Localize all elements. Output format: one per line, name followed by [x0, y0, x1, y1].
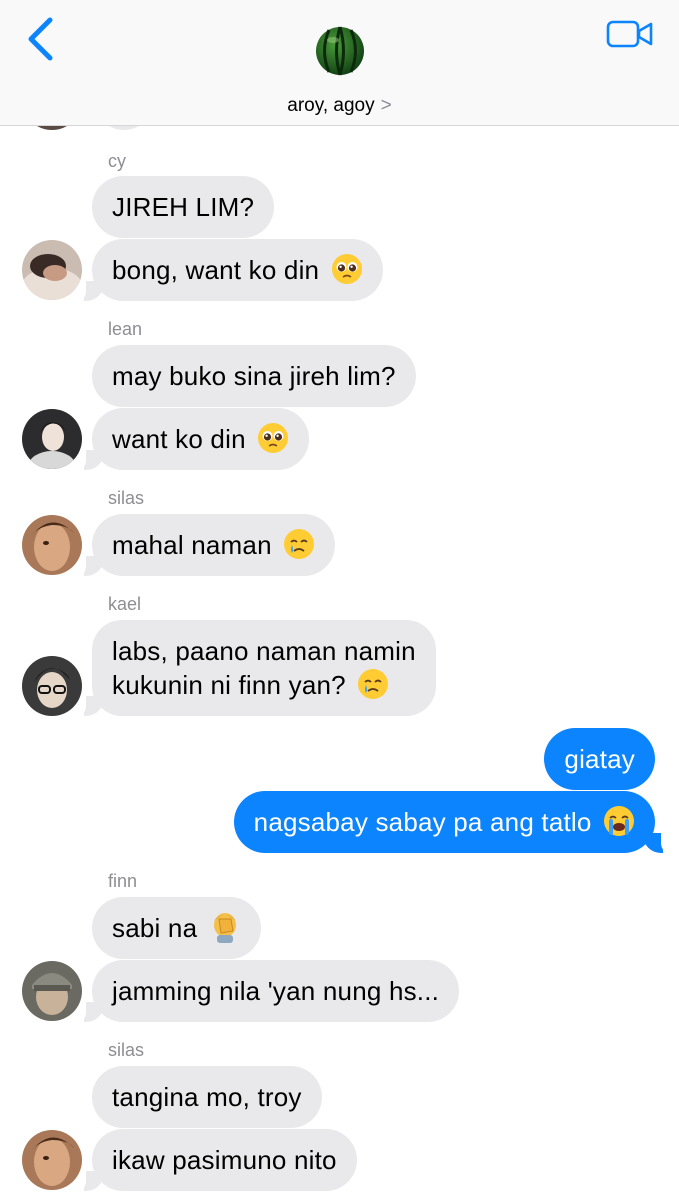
message-text-line: labs, paano naman namin [112, 636, 416, 666]
bubble-tail [74, 694, 104, 718]
sender-name: silas [108, 1040, 145, 1060]
pleading-face-icon [258, 423, 289, 454]
message-thread[interactable]: cy JIREH LIM? bong, want ko din lean may… [0, 126, 679, 1200]
message-text: may buko sina jireh lim? [112, 361, 396, 391]
message-bubble-outgoing[interactable]: giatay [544, 728, 655, 790]
message-text: giatay [564, 744, 635, 774]
message-bubble[interactable]: may buko sina jireh lim? [92, 345, 416, 407]
message-text: nagsabay sabay pa ang tatlo [253, 807, 592, 837]
bubble-tail [74, 1169, 104, 1193]
sender-name: silas [108, 488, 145, 508]
bubble-tail [74, 1000, 104, 1024]
message-text: want ko din [112, 424, 246, 454]
avatar[interactable] [22, 515, 82, 575]
group-name-button[interactable]: aroy, agoy > [0, 95, 679, 117]
message-bubble[interactable]: jamming nila 'yan nung hs... [92, 960, 460, 1022]
sender-name: kael [108, 594, 142, 614]
message-bubble[interactable]: ikaw pasimuno nito [92, 1129, 357, 1191]
message-text: jamming nila 'yan nung hs... [112, 976, 440, 1006]
crying-face-icon [358, 669, 389, 700]
message-bubble[interactable]: mahal naman [92, 514, 336, 576]
face-palm-icon [213, 913, 236, 944]
avatar [22, 126, 82, 130]
chevron-right-icon: > [380, 95, 392, 116]
message-text: mahal naman [112, 530, 272, 560]
message-text: ikaw pasimuno nito [112, 1145, 337, 1175]
watermelon-icon[interactable] [315, 26, 365, 76]
message-bubble[interactable]: bong, want ko din [92, 239, 383, 301]
message-bubble[interactable]: labs, paano naman namin kukunin ni finn … [92, 620, 436, 716]
message-bubble-outgoing[interactable]: nagsabay sabay pa ang tatlo [233, 791, 655, 853]
sender-name: finn [108, 871, 138, 891]
loudly-crying-face-icon [604, 806, 634, 837]
bubble-tail [643, 831, 673, 855]
crying-face-icon [284, 529, 315, 560]
message-text-line: kukunin ni finn yan? [112, 670, 346, 700]
bubble-tail [74, 279, 104, 303]
message-text: sabi na [112, 913, 198, 943]
chevron-left-icon[interactable] [22, 14, 62, 64]
message-bubble[interactable]: tangina mo, troy [92, 1066, 322, 1128]
avatar[interactable] [22, 240, 82, 300]
message-text: JIREH LIM? [112, 192, 255, 222]
bubble-tail [74, 448, 104, 472]
avatar[interactable] [22, 961, 82, 1021]
bubble-tail [74, 554, 104, 578]
message-text: tangina mo, troy [112, 1082, 302, 1112]
message-bubble[interactable]: sabi na [92, 897, 261, 959]
sender-name: cy [108, 151, 126, 171]
conversation-header: aroy, agoy > [0, 0, 679, 126]
message-bubble[interactable]: JIREH LIM? [92, 176, 275, 238]
message-text: bong, want ko din [112, 255, 320, 285]
avatar[interactable] [22, 656, 82, 716]
group-name: aroy, agoy [287, 95, 375, 116]
sender-name: lean [108, 319, 143, 339]
avatar[interactable] [22, 409, 82, 469]
video-camera-icon[interactable] [606, 18, 654, 50]
message-bubble[interactable]: want ko din [92, 408, 310, 470]
pleading-face-icon [331, 254, 362, 285]
avatar[interactable] [22, 1130, 82, 1190]
message-bubble-partial [94, 126, 154, 130]
